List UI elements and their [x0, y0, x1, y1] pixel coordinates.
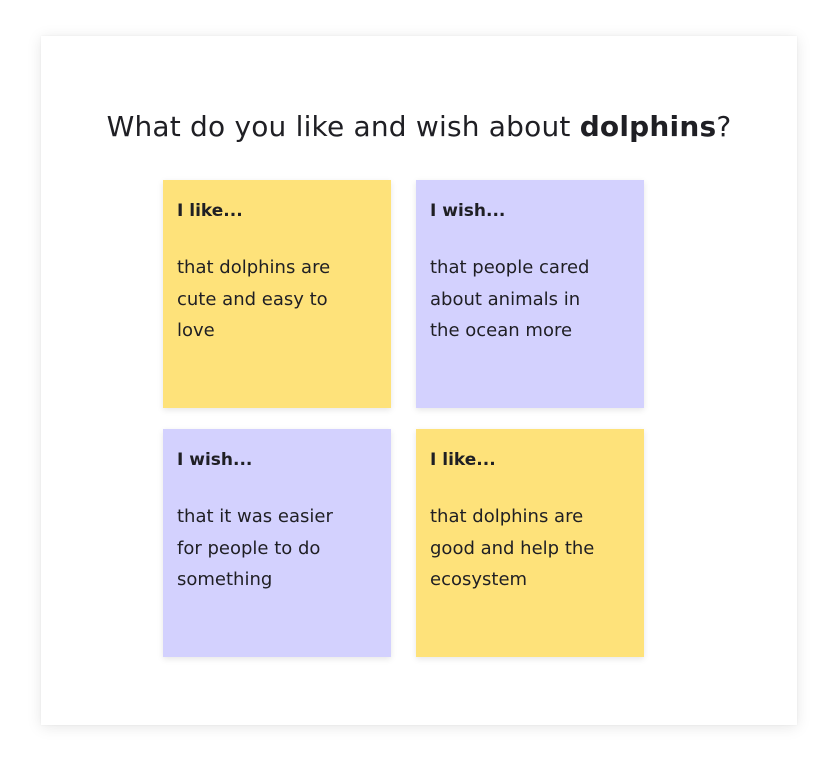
- sticky-note-text: that dolphins are good and help the ecos…: [430, 506, 595, 590]
- sticky-note[interactable]: I like... that dolphins are cute and eas…: [163, 180, 391, 408]
- sticky-note-heading: I wish...: [430, 201, 506, 221]
- sticky-note-text: that people cared about animals in the o…: [430, 257, 590, 341]
- sticky-note-heading: I wish...: [177, 450, 253, 470]
- sticky-note-text: that it was easier for people to do some…: [177, 506, 333, 590]
- sticky-note[interactable]: I wish... that it was easier for people …: [163, 429, 391, 657]
- title-suffix: ?: [716, 110, 732, 143]
- prompt-title: What do you like and wish about dolphins…: [0, 110, 838, 144]
- sticky-note-heading: I like...: [430, 450, 496, 470]
- sticky-note-text: that dolphins are cute and easy to love: [177, 257, 331, 341]
- title-topic: dolphins: [579, 110, 717, 143]
- sticky-note[interactable]: I wish... that people cared about animal…: [416, 180, 644, 408]
- sticky-note-heading: I like...: [177, 201, 243, 221]
- title-prefix: What do you like and wish about: [106, 110, 580, 143]
- sticky-note[interactable]: I like... that dolphins are good and hel…: [416, 429, 644, 657]
